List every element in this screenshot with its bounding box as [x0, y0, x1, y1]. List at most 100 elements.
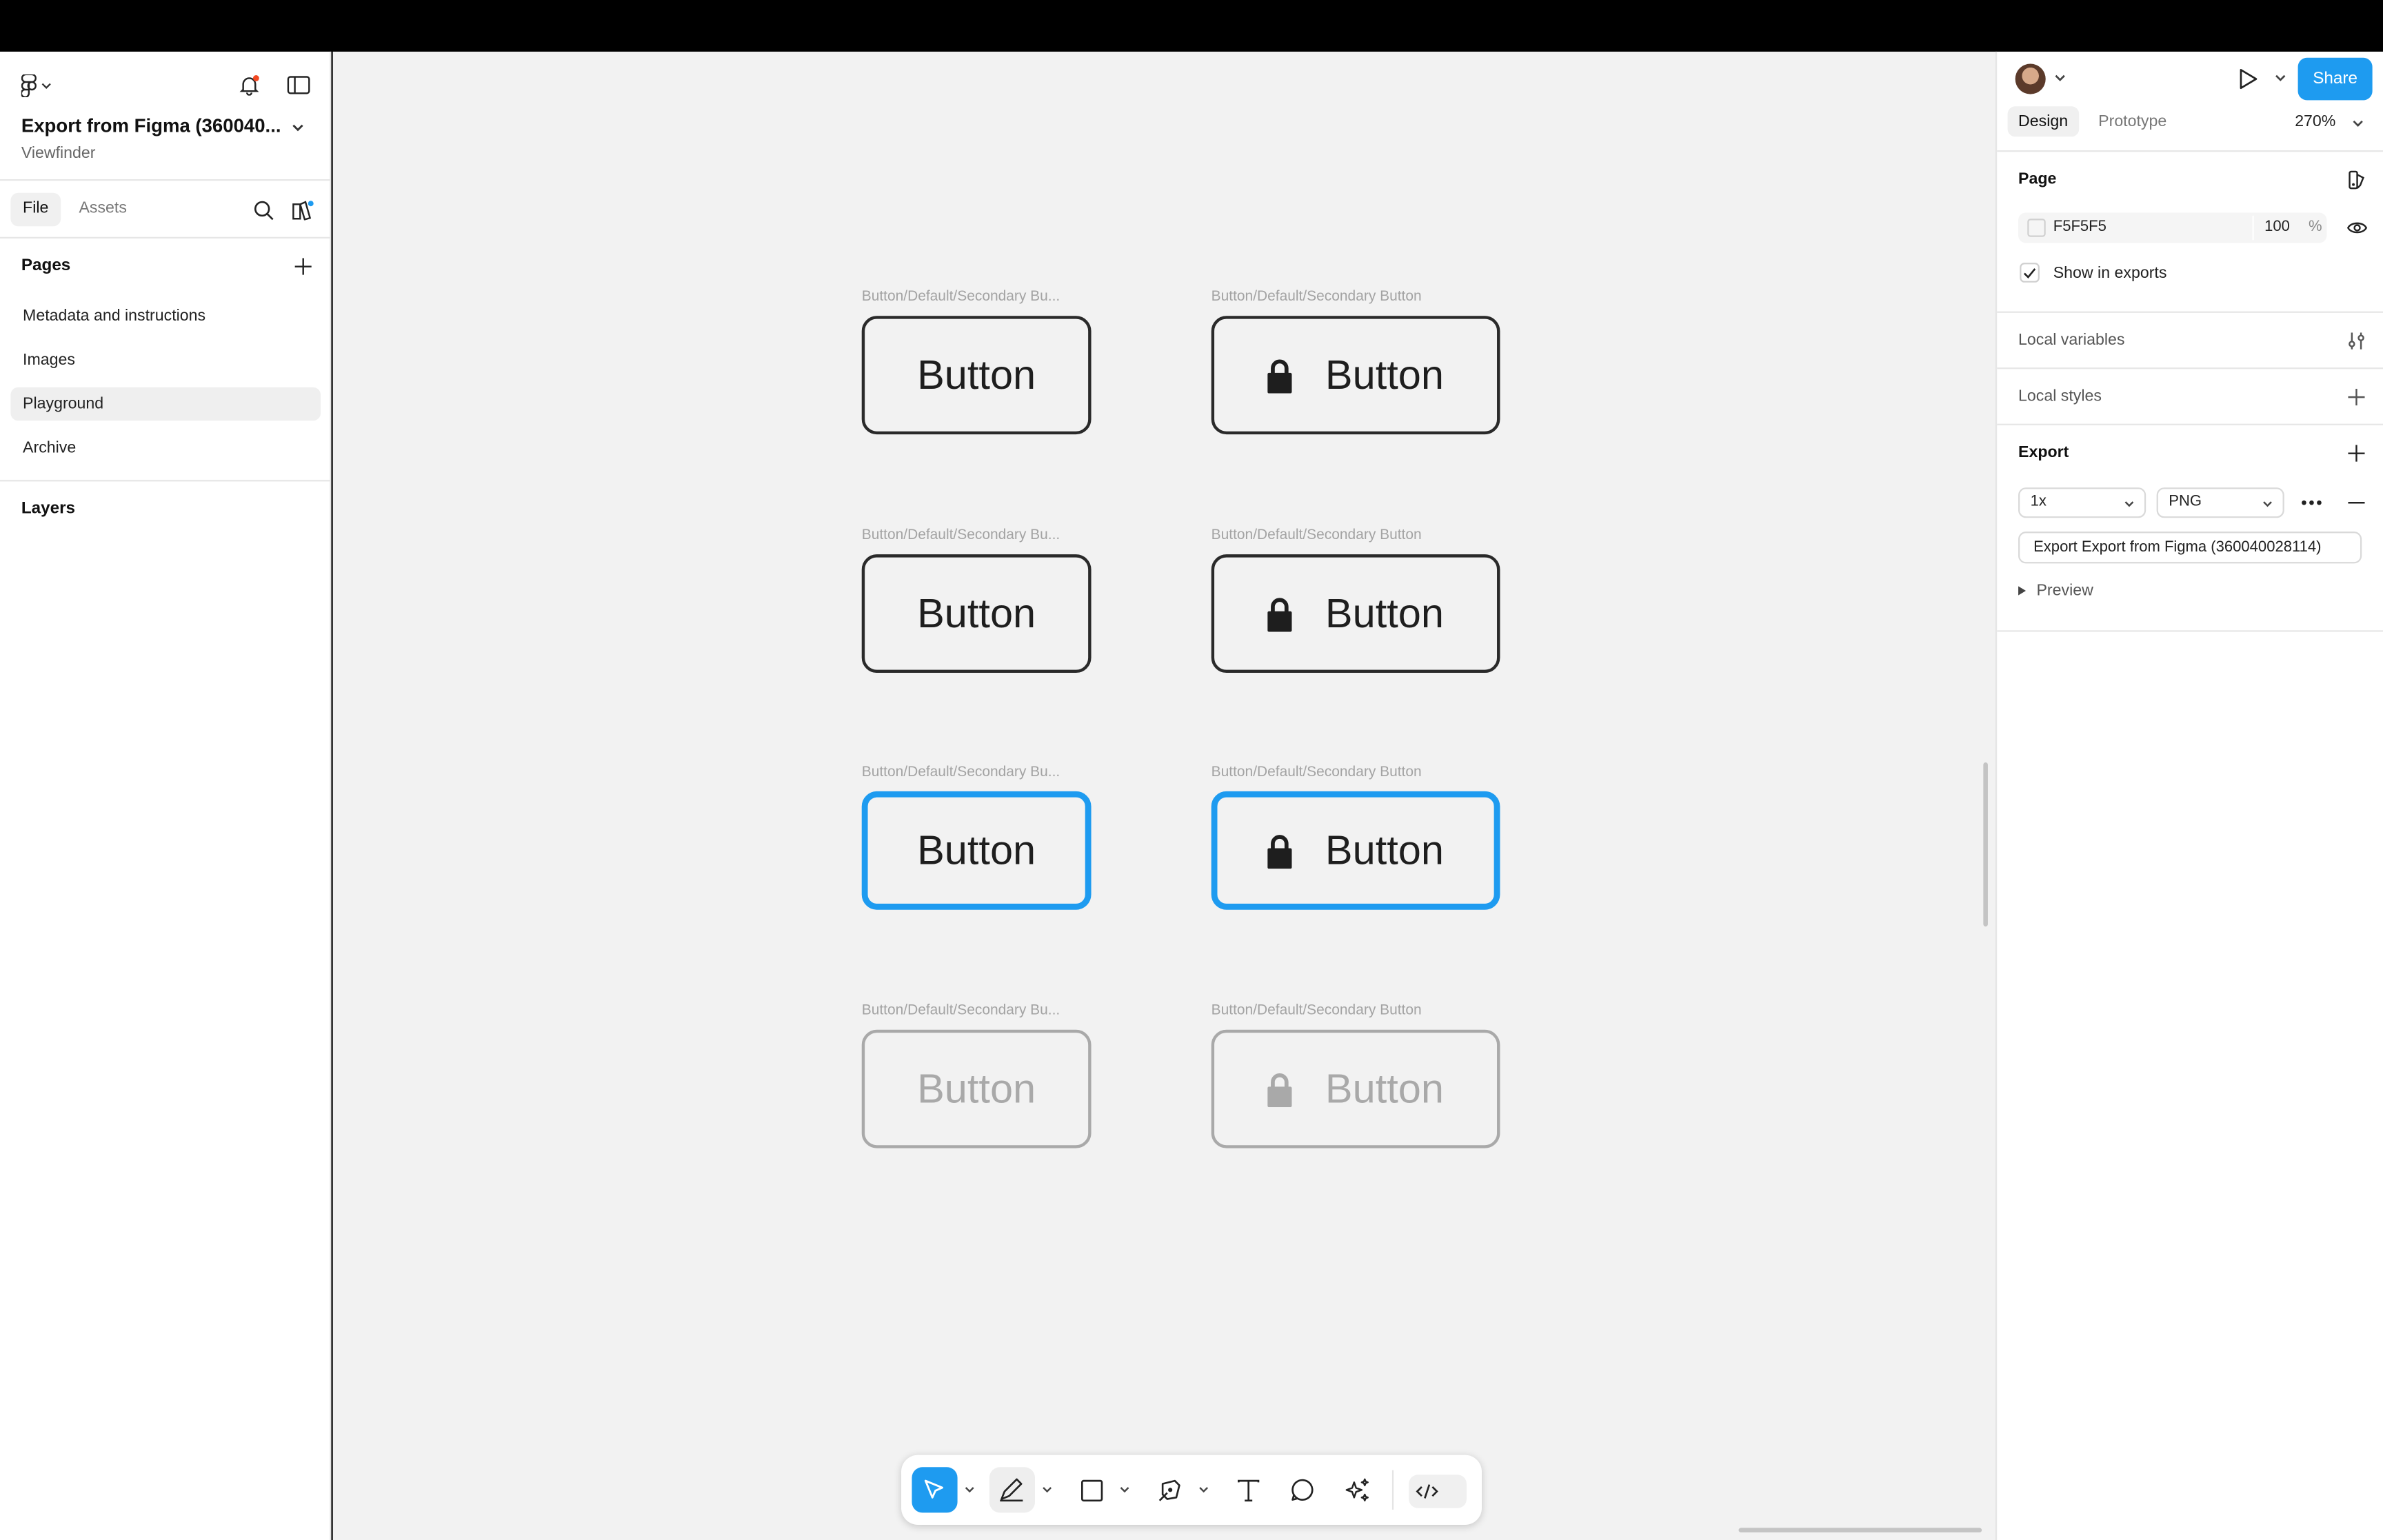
button-frame[interactable]: Button — [861, 554, 1092, 673]
frame-label[interactable]: Button/Default/Secondary Button — [1211, 527, 1422, 544]
preview-toggle[interactable]: Preview — [2018, 580, 2093, 602]
share-button[interactable]: Share — [2297, 57, 2373, 101]
button-text: Button — [1325, 827, 1444, 873]
lock-icon — [1267, 358, 1292, 393]
button-frame-with-icon-disabled[interactable]: Button — [1211, 1029, 1500, 1148]
tab-file[interactable]: File — [10, 192, 61, 227]
present-button[interactable] — [2235, 65, 2260, 93]
frame-label[interactable]: Button/Default/Secondary Button — [1211, 764, 1422, 780]
layers-heading: Layers — [21, 499, 76, 518]
button-frame-focused[interactable]: Button — [861, 791, 1092, 910]
canvas[interactable]: Button/Default/Secondary Bu... Button Bu… — [332, 51, 1995, 1540]
project-name[interactable]: Viewfinder — [21, 144, 96, 162]
remove-export-button[interactable] — [2345, 492, 2366, 514]
zoom-level[interactable]: 270% — [2295, 112, 2335, 130]
percent-sign: % — [2309, 219, 2322, 236]
horizontal-scrollbar[interactable] — [1738, 1528, 1982, 1533]
chevron-down-icon[interactable] — [1041, 1484, 1054, 1497]
frame-label[interactable]: Button/Default/Secondary Button — [1211, 289, 1422, 305]
page-item-archive[interactable]: Archive — [10, 432, 321, 465]
theme-button[interactable] — [2346, 169, 2368, 190]
chevron-down-icon[interactable] — [1198, 1484, 1210, 1497]
avatar[interactable] — [2015, 63, 2046, 94]
color-swatch[interactable] — [2027, 219, 2046, 237]
shape-tool-button[interactable] — [1068, 1467, 1114, 1512]
export-format-select[interactable]: PNG — [2156, 487, 2284, 518]
page-section-heading: Page — [2018, 170, 2057, 189]
search-icon — [253, 200, 273, 220]
show-in-exports-checkbox[interactable] — [2020, 263, 2040, 283]
preview-label: Preview — [2036, 581, 2093, 600]
sliders-icon — [2348, 332, 2364, 349]
frame-label[interactable]: Button/Default/Secondary Bu... — [862, 764, 1060, 780]
export-button[interactable]: Export Export from Figma (360040028114) — [2018, 531, 2362, 564]
sparkle-icon — [1345, 1477, 1368, 1501]
dev-mode-button[interactable] — [1405, 1468, 1450, 1514]
pen-tool-button[interactable] — [1147, 1467, 1193, 1512]
button-frame-disabled[interactable]: Button — [861, 1029, 1092, 1148]
main-menu-button[interactable] — [21, 70, 52, 100]
pencil-tool-button[interactable] — [989, 1467, 1035, 1513]
add-export-button[interactable] — [2345, 442, 2366, 463]
page-color-field[interactable]: F5F5F5 100 % — [2018, 212, 2327, 243]
left-tabs: File Assets — [10, 192, 139, 227]
vertical-scrollbar[interactable] — [1983, 762, 1988, 926]
more-icon — [2302, 500, 2322, 505]
lock-icon — [1267, 597, 1292, 631]
tab-prototype[interactable]: Prototype — [2088, 106, 2178, 136]
frame-label[interactable]: Button/Default/Secondary Bu... — [862, 289, 1060, 305]
plus-icon — [2347, 387, 2364, 405]
frame-label[interactable]: Button/Default/Secondary Bu... — [862, 1002, 1060, 1019]
chevron-down-icon — [41, 82, 51, 88]
divider — [1997, 630, 2383, 632]
divider — [0, 179, 332, 181]
library-button[interactable] — [290, 197, 314, 221]
file-menu-button[interactable] — [289, 119, 307, 136]
eye-icon — [2346, 222, 2368, 234]
chevron-down-icon[interactable] — [2053, 72, 2067, 85]
button-frame-with-icon[interactable]: Button — [1211, 554, 1500, 673]
export-scale-select[interactable]: 1x — [2018, 487, 2146, 518]
tab-design[interactable]: Design — [2007, 106, 2079, 137]
search-button[interactable] — [251, 197, 275, 221]
actions-tool-button[interactable] — [1334, 1467, 1380, 1512]
divider — [1997, 423, 2383, 425]
text-tool-button[interactable] — [1225, 1467, 1271, 1512]
caret-right-icon — [2018, 586, 2027, 596]
page-item-playground[interactable]: Playground — [10, 387, 321, 421]
comment-tool-button[interactable] — [1280, 1467, 1325, 1512]
chevron-down-icon — [2124, 501, 2134, 507]
dev-mode-toggle[interactable] — [1409, 1475, 1467, 1508]
page-opacity-value[interactable]: 100 — [2264, 219, 2290, 235]
visibility-button[interactable] — [2346, 217, 2368, 239]
move-tool-button[interactable] — [912, 1467, 958, 1513]
chevron-down-icon[interactable] — [2351, 117, 2365, 131]
local-variables-label[interactable]: Local variables — [2018, 331, 2124, 349]
minus-icon — [2347, 502, 2364, 504]
add-style-button[interactable] — [2345, 386, 2366, 407]
chevron-down-icon[interactable] — [1118, 1484, 1131, 1497]
button-frame[interactable]: Button — [861, 316, 1092, 435]
local-styles-label[interactable]: Local styles — [2018, 387, 2102, 405]
button-frame-with-icon[interactable]: Button — [1211, 316, 1500, 435]
toggle-sidebar-button[interactable] — [283, 70, 313, 100]
button-frame-with-icon-focused[interactable]: Button — [1211, 791, 1500, 910]
add-page-button[interactable] — [292, 255, 313, 276]
sidebar-icon — [286, 76, 310, 94]
chevron-down-icon[interactable] — [2273, 72, 2287, 85]
page-item-images[interactable]: Images — [10, 343, 321, 376]
local-variables-button[interactable] — [2345, 330, 2366, 351]
export-options-button[interactable] — [2301, 492, 2322, 514]
rectangle-icon — [1080, 1479, 1103, 1501]
frame-label[interactable]: Button/Default/Secondary Bu... — [862, 527, 1060, 544]
button-text: Button — [917, 589, 1036, 636]
frame-label[interactable]: Button/Default/Secondary Button — [1211, 1002, 1422, 1019]
page-item-metadata[interactable]: Metadata and instructions — [10, 299, 321, 332]
lock-icon — [1267, 834, 1292, 869]
page-color-hex[interactable]: F5F5F5 — [2053, 219, 2107, 235]
notifications-button[interactable] — [234, 70, 264, 100]
chevron-down-icon[interactable] — [963, 1484, 976, 1497]
file-title[interactable]: Export from Figma (360040... — [21, 115, 281, 136]
show-in-exports-label[interactable]: Show in exports — [2053, 264, 2167, 282]
tab-assets[interactable]: Assets — [67, 193, 139, 226]
